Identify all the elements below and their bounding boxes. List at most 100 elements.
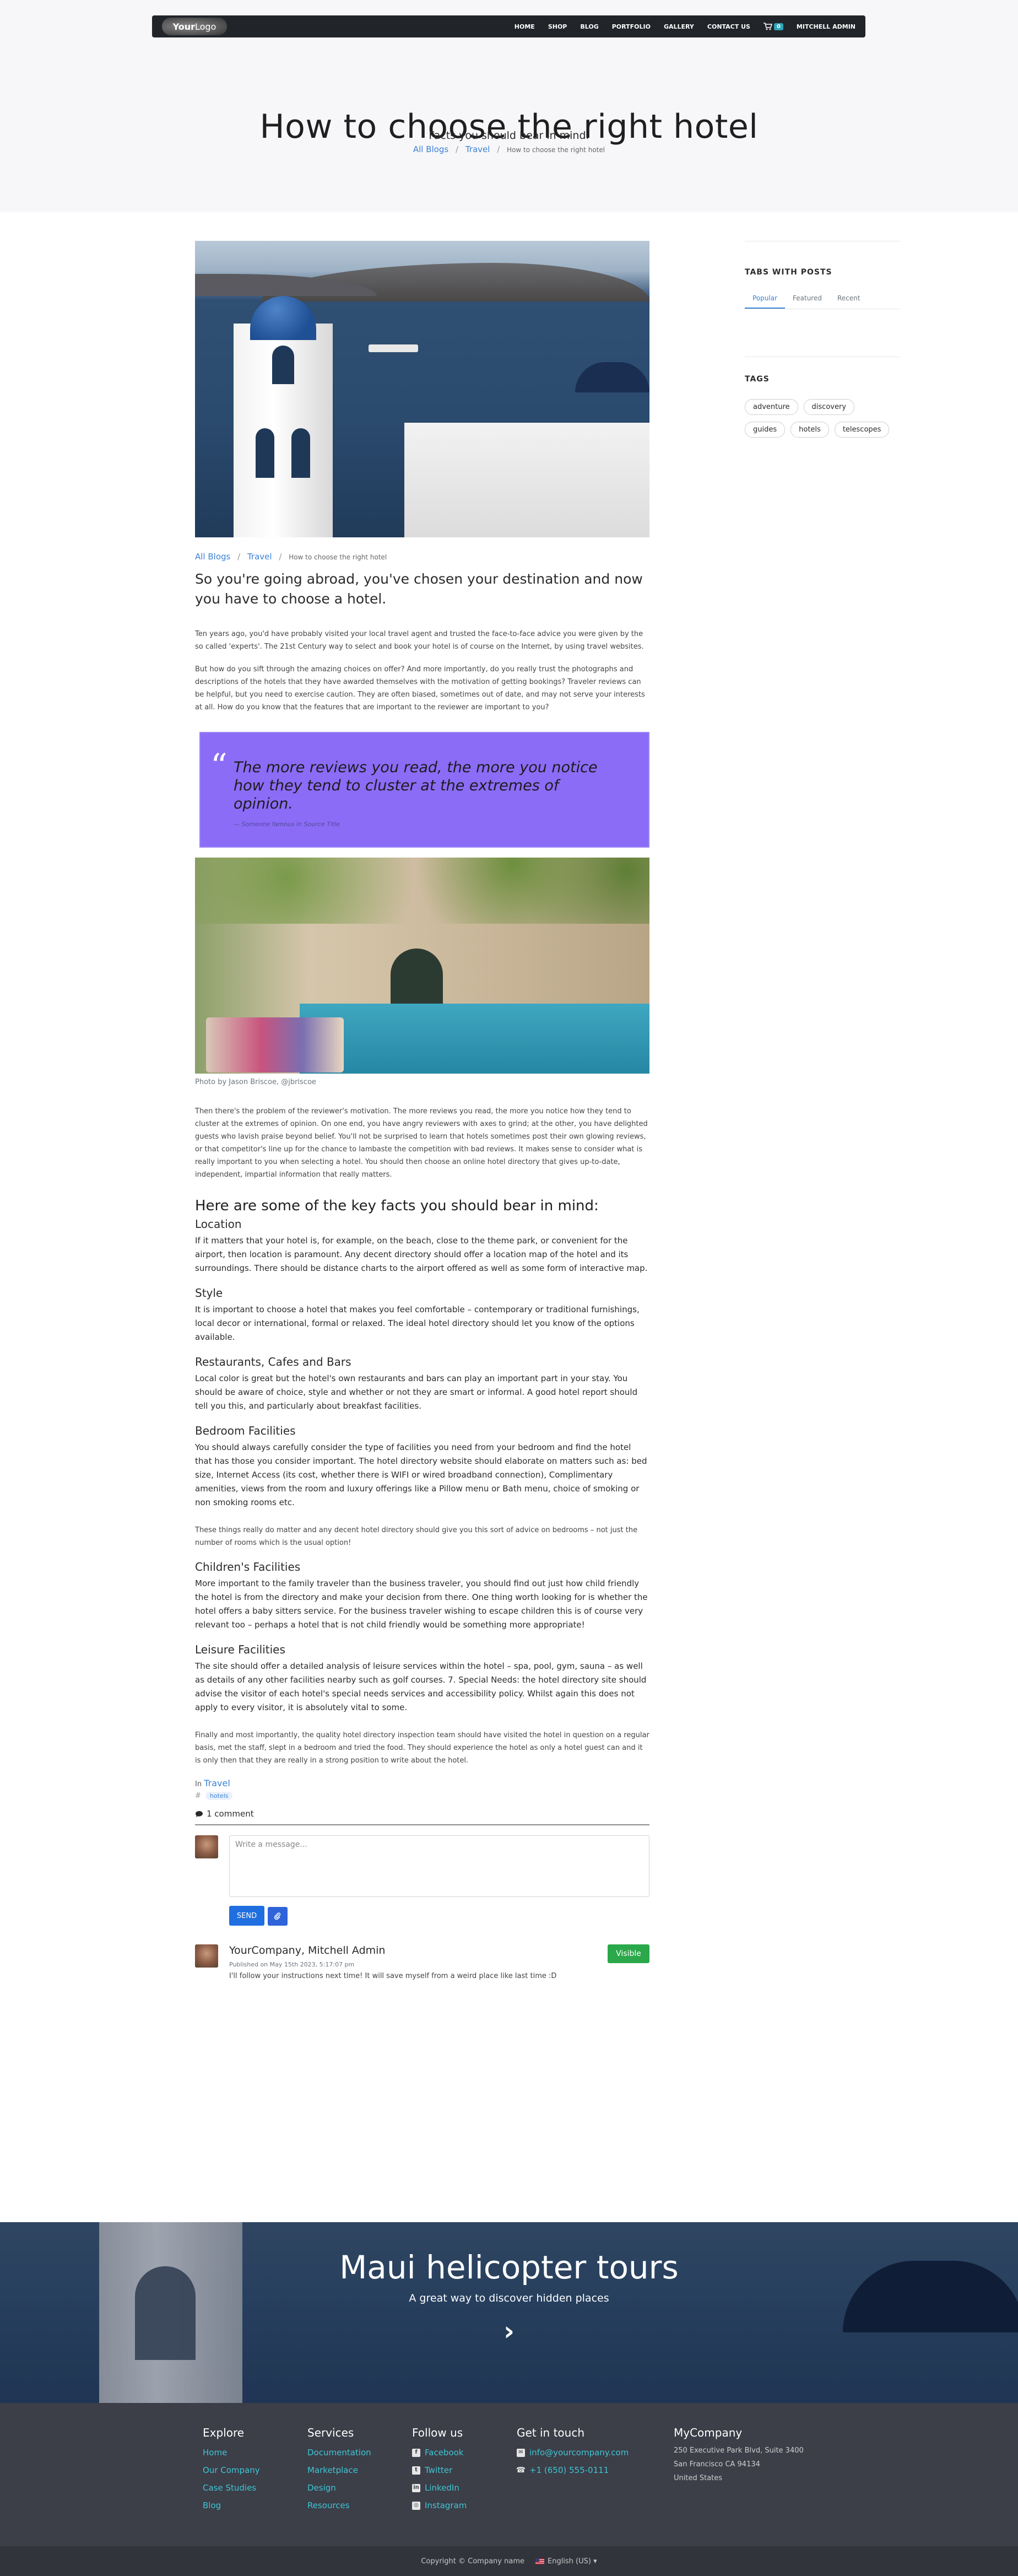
cart-count-badge: 0 xyxy=(773,23,783,30)
nav-item-portfolio[interactable]: PORTFOLIO xyxy=(612,23,651,30)
pool-cushions-shape xyxy=(206,1017,344,1073)
quote-mark-icon: “ xyxy=(210,747,228,785)
post-paragraph: These things really do matter and any de… xyxy=(195,1526,638,1547)
breadcrumb-travel[interactable]: Travel xyxy=(465,144,490,154)
footer-link-design[interactable]: Design xyxy=(307,2479,371,2497)
tag-link-hotels[interactable]: hotels xyxy=(205,1792,233,1800)
footer-heading: MyCompany xyxy=(674,2426,743,2439)
attach-file-button[interactable] xyxy=(268,1907,288,1926)
envelope-icon: ✉ xyxy=(517,2448,525,2457)
visibility-toggle-button[interactable]: Visible xyxy=(608,1944,649,1963)
comment-date: Published on May 15th 2023, 5:17:07 pm xyxy=(229,1961,355,1968)
post-paragraph: Finally and most importantly, the qualit… xyxy=(195,1731,649,1765)
post-breadcrumb: All Blogs / Travel / How to choose the r… xyxy=(195,552,649,562)
breadcrumb-separator: / xyxy=(279,552,282,562)
tag-chip-guides[interactable]: guides xyxy=(745,422,786,438)
tag-chip-discovery[interactable]: discovery xyxy=(803,399,855,415)
nav-item-home[interactable]: HOME xyxy=(515,23,535,30)
subsection-text: It is important to choose a hotel that m… xyxy=(195,1305,640,1342)
cover-image xyxy=(195,241,649,537)
tag-chip-adventure[interactable]: adventure xyxy=(745,399,798,415)
breadcrumb-all-blogs[interactable]: All Blogs xyxy=(195,552,230,562)
footer-link-twitter[interactable]: t Twitter xyxy=(412,2461,467,2479)
footer-link-case-studies[interactable]: Case Studies xyxy=(203,2479,260,2497)
twitter-icon: t xyxy=(412,2466,420,2475)
footer-contact: Get in touch ✉ info@yourcompany.com ☎ +1 (… xyxy=(516,2426,629,2479)
footer-link-facebook[interactable]: f Facebook xyxy=(412,2444,467,2461)
pool-water-shape xyxy=(300,1004,649,1074)
pool-plants-shape xyxy=(195,858,649,924)
footer-phone: +1 (650) 555-0111 xyxy=(529,2465,609,2475)
footer-link-marketplace[interactable]: Marketplace xyxy=(307,2461,371,2479)
page-subtitle: Facts you should bear in mind. xyxy=(429,130,589,142)
footer-link-documentation[interactable]: Documentation xyxy=(307,2444,371,2461)
breadcrumb-current: How to choose the right hotel xyxy=(289,553,387,561)
post-paragraph: But how do you sift through the amazing … xyxy=(195,665,645,712)
footer: Explore Home Our Company Case Studies Bl… xyxy=(0,2403,1018,2546)
in-label: In xyxy=(195,1780,202,1788)
footer-email: info@yourcompany.com xyxy=(529,2448,629,2458)
footer-link-instagram[interactable]: ◎ Instagram xyxy=(412,2497,467,2514)
footer-heading: Get in touch xyxy=(517,2426,585,2439)
footer-link-home[interactable]: Home xyxy=(203,2444,260,2461)
message-input[interactable]: Write a message... xyxy=(229,1835,649,1897)
footer-address-line: San Francisco CA 94134 xyxy=(674,2460,760,2469)
user-menu[interactable]: MITCHELL ADMIN xyxy=(797,23,855,30)
breadcrumb-separator: / xyxy=(497,144,500,154)
breadcrumb: All Blogs / Travel / How to choose the r… xyxy=(0,144,1018,154)
blockquote: “ The more reviews you read, the more yo… xyxy=(195,732,649,848)
cover-arch-shape xyxy=(291,428,310,478)
tag-chip-telescopes[interactable]: telescopes xyxy=(834,422,890,438)
logo[interactable]: Your Logo xyxy=(162,18,227,35)
post-intro: So you're going abroad, you've chosen yo… xyxy=(195,571,643,607)
comment-count: 1 comment xyxy=(195,1809,649,1825)
tab-popular[interactable]: Popular xyxy=(745,291,785,309)
sidebar: TABS WITH POSTS Popular Featured Recent … xyxy=(745,241,900,438)
breadcrumb-travel[interactable]: Travel xyxy=(247,552,272,562)
cover-ship-shape xyxy=(369,344,418,352)
breadcrumb-all-blogs[interactable]: All Blogs xyxy=(413,144,448,154)
footer-link-label: Twitter xyxy=(425,2465,453,2475)
post-paragraph: Then there's the problem of the reviewer… xyxy=(195,1107,648,1179)
footer-phone-link[interactable]: ☎ +1 (650) 555-0111 xyxy=(516,2461,629,2479)
comment-item: YourCompany, Mitchell Admin Published on… xyxy=(195,1944,649,2000)
pool-image xyxy=(195,858,649,1074)
breadcrumb-separator: / xyxy=(455,144,459,154)
nav-item-gallery[interactable]: GALLERY xyxy=(664,23,694,30)
footer-heading: Services xyxy=(307,2426,354,2439)
tab-featured[interactable]: Featured xyxy=(785,291,830,309)
comment-author: YourCompany, Mitchell Admin xyxy=(229,1944,386,1957)
footer-link-resources[interactable]: Resources xyxy=(307,2497,371,2514)
nav-item-blog[interactable]: BLOG xyxy=(580,23,598,30)
subsection-heading: Bedroom Facilities xyxy=(195,1424,296,1437)
cart-button[interactable]: 0 xyxy=(763,23,783,30)
copyright-bar: Copyright © Company name English (US) ▾ xyxy=(0,2546,1018,2576)
language-selector[interactable]: English (US) ▾ xyxy=(535,2557,597,2566)
sidebar-tabs-title: TABS WITH POSTS xyxy=(745,268,832,277)
paperclip-icon xyxy=(274,1912,281,1920)
cover-terrace-shape xyxy=(404,423,649,537)
page-header: Your Logo HOME SHOP BLOG PORTFOLIO GALLER… xyxy=(0,0,1018,212)
subsection-heading: Restaurants, Cafes and Bars xyxy=(195,1355,351,1368)
nav-item-contact-us[interactable]: CONTACT US xyxy=(707,23,750,30)
footer-heading: Follow us xyxy=(412,2426,463,2439)
comment-count-label: 1 comment xyxy=(207,1809,254,1819)
footer-link-our-company[interactable]: Our Company xyxy=(203,2461,260,2479)
send-button[interactable]: SEND xyxy=(229,1906,264,1926)
footer-heading: Explore xyxy=(203,2426,245,2439)
footer-explore: Explore Home Our Company Case Studies Bl… xyxy=(203,2426,260,2514)
tab-recent[interactable]: Recent xyxy=(830,291,868,309)
footer-email-link[interactable]: ✉ info@yourcompany.com xyxy=(517,2444,629,2461)
blog-link-travel[interactable]: Travel xyxy=(204,1778,230,1788)
nav-item-shop[interactable]: SHOP xyxy=(548,23,567,30)
footer-company: MyCompany 250 Executive Park Blvd, Suite… xyxy=(674,2426,804,2485)
quote-citation: — Someone famous in Source Title xyxy=(234,821,340,828)
breadcrumb-separator: / xyxy=(237,552,241,562)
comment-icon xyxy=(196,1810,203,1817)
footer-link-linkedin[interactable]: in LinkedIn xyxy=(412,2479,467,2497)
quote-text: The more reviews you read, the more you … xyxy=(234,759,598,812)
footer-link-blog[interactable]: Blog xyxy=(203,2497,260,2514)
subsection-text: Local color is great but the hotel's own… xyxy=(195,1373,638,1411)
chevron-right-icon[interactable]: › xyxy=(499,2318,519,2345)
tag-chip-hotels[interactable]: hotels xyxy=(790,422,829,438)
